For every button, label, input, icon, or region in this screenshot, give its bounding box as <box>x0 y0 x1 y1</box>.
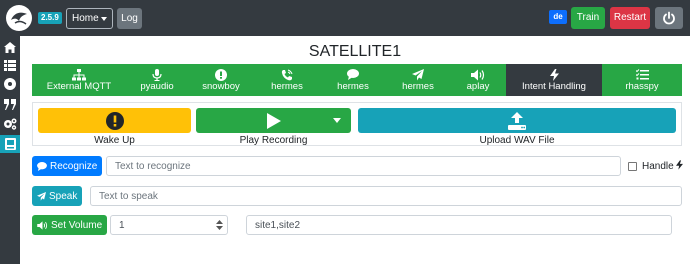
power-button[interactable] <box>655 7 683 29</box>
handle-checkbox[interactable] <box>628 162 637 171</box>
tab-hermes-tts[interactable]: hermes <box>386 64 450 96</box>
speak-label: Speak <box>49 190 78 202</box>
comment-icon <box>37 161 47 171</box>
sidebar <box>0 36 20 264</box>
exclamation-icon <box>215 68 227 81</box>
comment-icon <box>347 68 359 81</box>
tab-label: rhasspy <box>625 81 659 92</box>
log-button[interactable]: Log <box>117 8 142 29</box>
spinner-arrows-icon[interactable] <box>216 219 223 231</box>
volume-input[interactable]: 1 <box>110 215 228 235</box>
handle-label-text: Handle <box>642 161 674 172</box>
sidebar-item-home[interactable] <box>0 38 20 56</box>
speak-button[interactable]: Speak <box>32 186 83 206</box>
paper-plane-icon <box>412 68 424 81</box>
disc-icon <box>4 78 16 90</box>
recognize-label: Recognize <box>50 160 98 172</box>
handle-label: Handle <box>642 160 684 172</box>
network-icon <box>72 68 86 81</box>
power-icon <box>663 11 675 25</box>
tab-label: snowboy <box>202 81 240 92</box>
play-recording-label: Play Recording <box>239 135 308 146</box>
sidebar-item-advanced[interactable] <box>0 135 20 153</box>
tab-rhasspy[interactable]: rhasspy <box>602 64 682 96</box>
microphone-icon <box>152 68 162 81</box>
home-icon <box>4 41 16 53</box>
caret-down-icon[interactable] <box>333 118 341 123</box>
upload-wav-button[interactable] <box>358 108 676 133</box>
set-volume-label: Set Volume <box>51 219 103 231</box>
train-button[interactable]: Train <box>571 7 605 29</box>
tab-pyaudio[interactable]: pyaudio <box>126 64 188 96</box>
tab-label: Intent Handling <box>522 81 586 92</box>
bolt-icon <box>549 68 559 81</box>
tab-hermes-speech[interactable]: hermes <box>254 64 320 96</box>
rhasspy-logo-icon[interactable] <box>6 5 32 31</box>
speak-input[interactable]: Text to speak <box>90 186 682 206</box>
profile-select-value: Home <box>72 13 99 24</box>
page-title: SATELLITE1 <box>308 43 402 60</box>
bolt-icon <box>676 160 684 170</box>
tab-label: External MQTT <box>46 81 112 92</box>
paper-plane-icon <box>37 191 46 201</box>
tasks-icon <box>635 68 649 81</box>
tab-external-mqtt[interactable]: External MQTT <box>32 64 126 96</box>
tab-label: hermes <box>337 81 369 92</box>
book-icon <box>4 138 16 150</box>
actions-panel: Wake Up Play Recording Upload WAV File <box>32 102 682 146</box>
quote-icon <box>4 98 16 110</box>
tab-label: hermes <box>402 81 434 92</box>
tab-intent-handling[interactable]: Intent Handling <box>506 64 602 96</box>
language-badge: de <box>549 10 567 24</box>
profile-select[interactable]: Home <box>66 8 113 29</box>
wake-up-label: Wake Up <box>94 135 135 146</box>
top-navbar: 2.5.9 Home Log de Train Restart <box>0 0 690 36</box>
wake-up-button[interactable] <box>38 108 191 133</box>
volume-icon <box>471 68 485 81</box>
service-tabs: External MQTT pyaudio snowboy hermes her… <box>32 64 682 96</box>
volume-value: 1 <box>119 219 125 231</box>
caret-down-icon <box>101 17 107 21</box>
play-icon <box>266 112 281 129</box>
upload-icon <box>508 111 526 130</box>
upload-wav-label: Upload WAV File <box>479 135 555 146</box>
phone-volume-icon <box>281 68 293 81</box>
recognize-button[interactable]: Recognize <box>32 156 103 176</box>
tab-hermes-intent[interactable]: hermes <box>320 64 386 96</box>
set-volume-button[interactable]: Set Volume <box>32 215 108 235</box>
play-recording-button[interactable] <box>196 108 351 133</box>
recognize-input[interactable]: Text to recognize <box>106 156 621 176</box>
exclamation-circle-icon <box>105 111 124 130</box>
tab-aplay[interactable]: aplay <box>450 64 506 96</box>
tab-label: aplay <box>466 81 490 92</box>
tab-label: pyaudio <box>140 81 174 92</box>
sidebar-item-settings[interactable] <box>0 115 20 133</box>
tab-label: hermes <box>271 81 303 92</box>
version-badge: 2.5.9 <box>38 12 62 24</box>
sidebar-item-words[interactable] <box>0 95 20 113</box>
site-ids-input[interactable]: site1,site2 <box>246 215 672 235</box>
list-icon <box>4 59 16 71</box>
tab-snowboy[interactable]: snowboy <box>188 64 254 96</box>
sidebar-item-sentences[interactable] <box>0 56 20 74</box>
restart-button[interactable]: Restart <box>610 7 650 29</box>
cogs-icon <box>4 118 17 130</box>
sidebar-item-slots[interactable] <box>0 75 20 93</box>
volume-icon <box>37 220 48 230</box>
